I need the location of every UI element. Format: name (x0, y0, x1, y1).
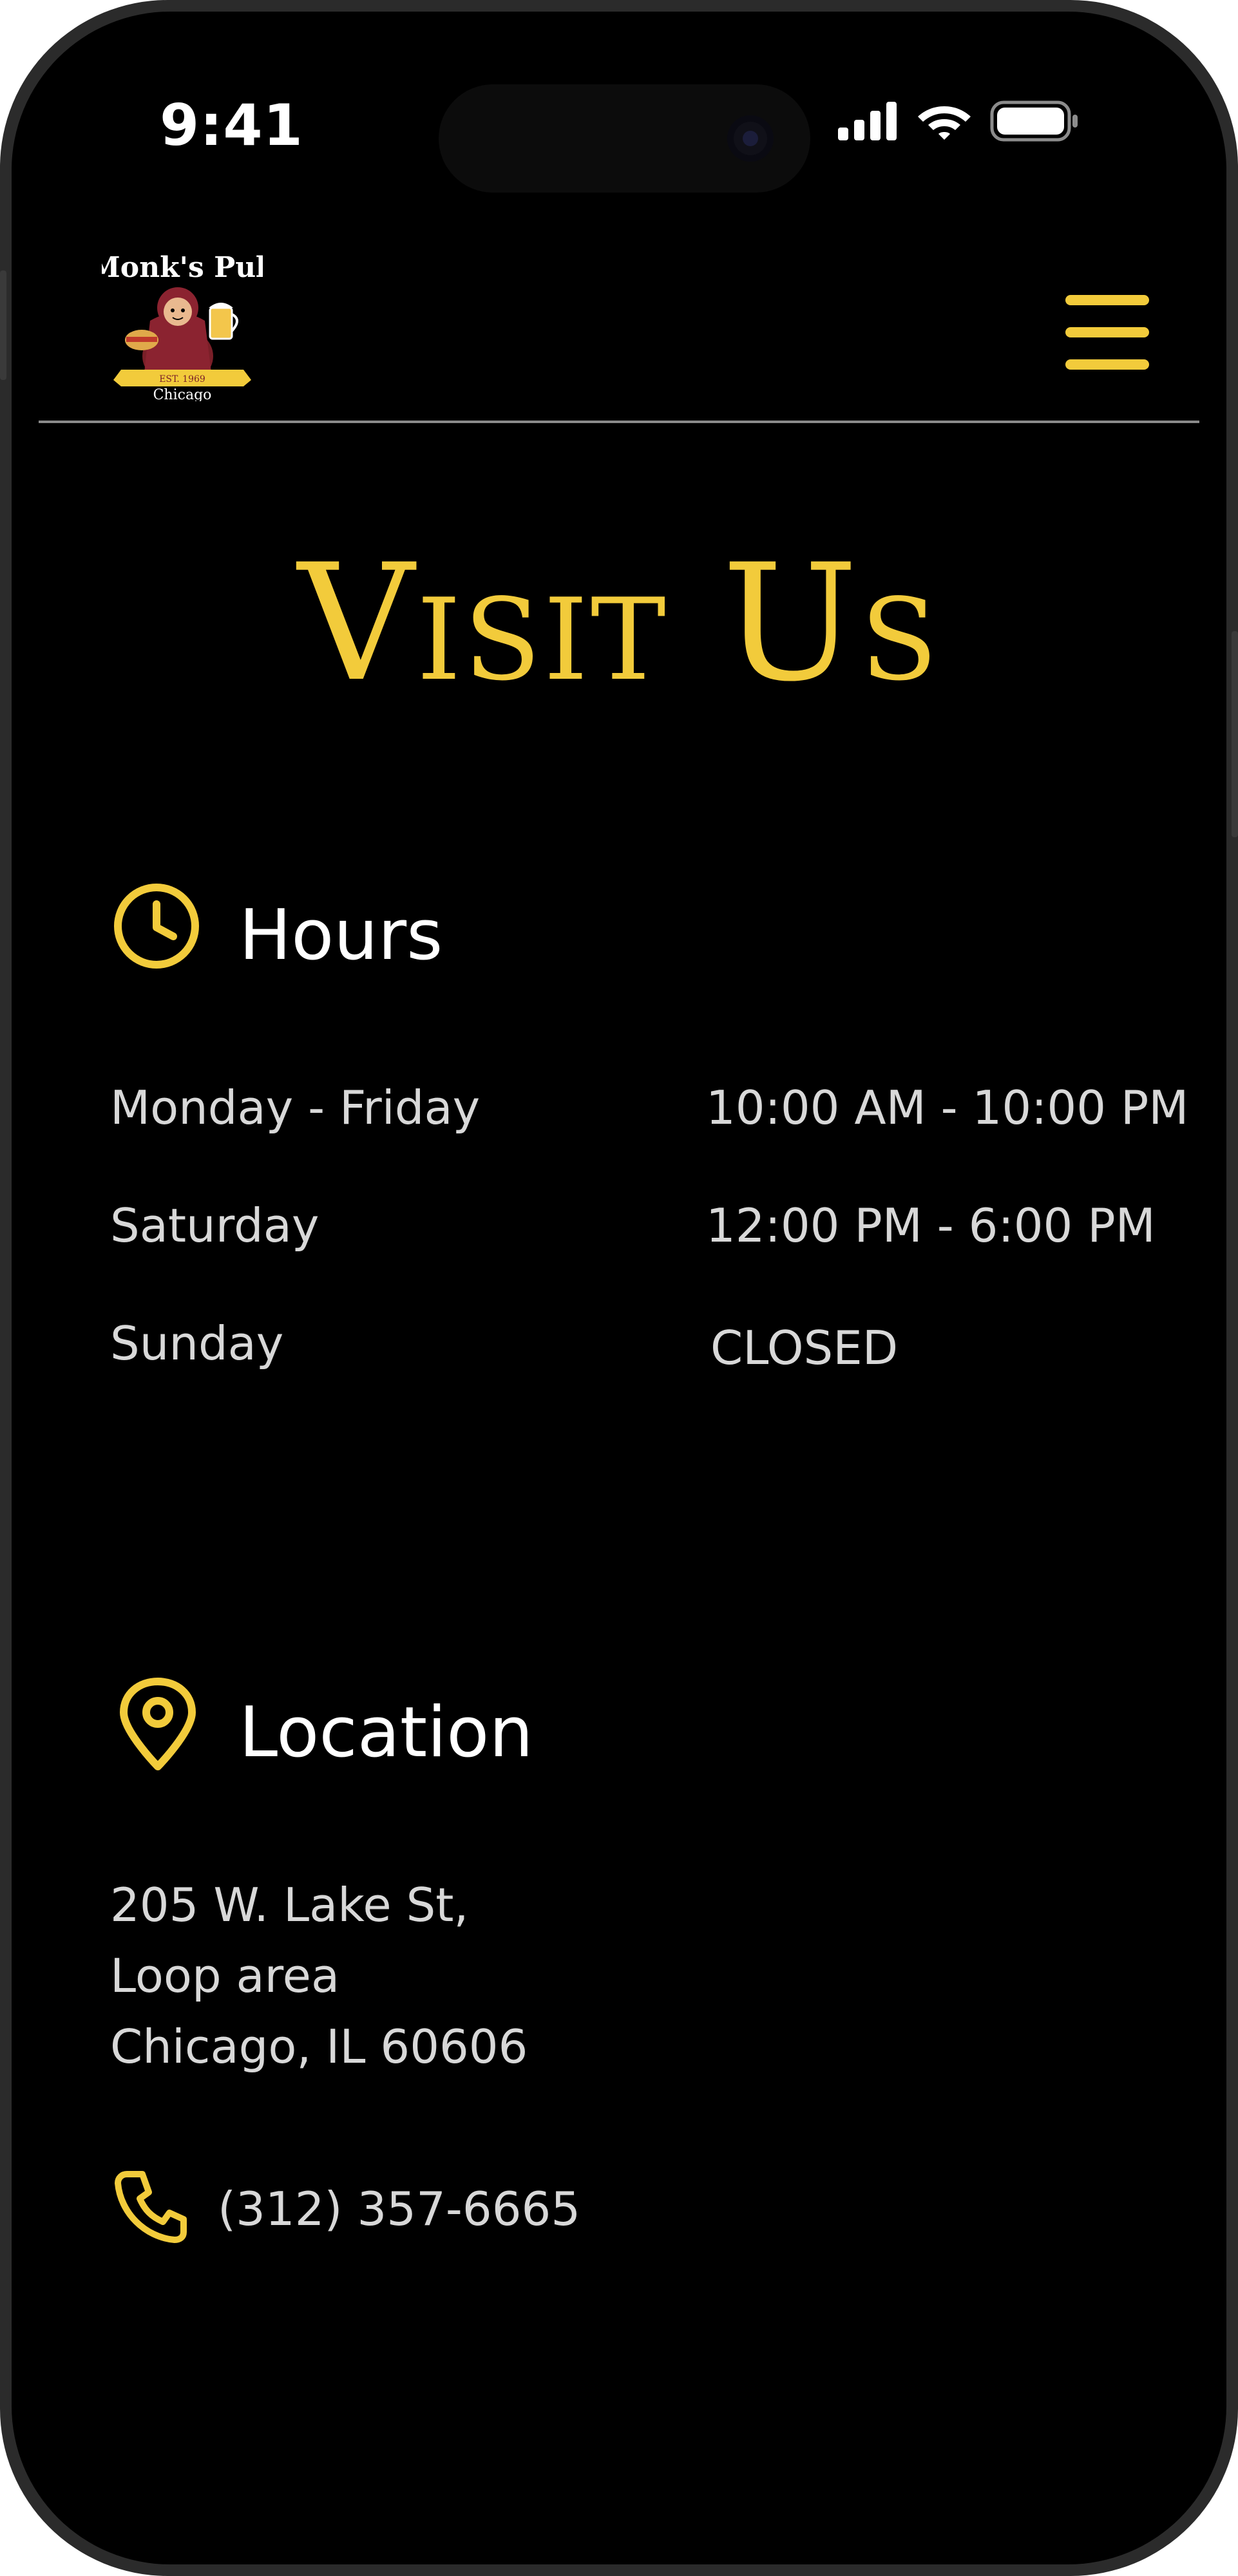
hamburger-menu-button[interactable] (1054, 289, 1150, 379)
front-camera-icon (727, 115, 774, 162)
hours-day: Sunday (110, 1316, 284, 1370)
screen: 9:41 Monk's Pub (12, 12, 1226, 2564)
header-divider (39, 421, 1199, 423)
hours-day: Saturday (110, 1198, 319, 1253)
monks-pub-logo[interactable]: Monk's Pub EST. 1969 Chicago (89, 243, 276, 403)
side-button (1232, 631, 1238, 837)
battery-icon (990, 100, 1078, 142)
address-line: Loop area (110, 1949, 340, 2003)
dynamic-island (439, 84, 810, 193)
status-icons (838, 99, 1080, 144)
cellular-signal-icon (838, 102, 897, 140)
phone-number-link[interactable]: (312) 357-6665 (218, 2180, 580, 2238)
map-pin-icon (120, 1678, 196, 1770)
hours-time: 12:00 PM - 6:00 PM (706, 1198, 1156, 1253)
address-line: 205 W. Lake St, (110, 1878, 469, 1932)
hours-heading: Hours (239, 895, 443, 976)
page-title: Visit Us (298, 529, 940, 717)
hours-time: 10:00 AM - 10:00 PM (706, 1081, 1189, 1135)
logo-title: Monk's Pub (102, 251, 263, 284)
logo-banner: EST. 1969 (159, 374, 205, 384)
wifi-icon (918, 106, 971, 140)
phone-icon (115, 2171, 187, 2243)
hours-day: Monday - Friday (110, 1081, 481, 1135)
device-frame: 9:41 Monk's Pub (0, 0, 1238, 2576)
volume-up-button (0, 270, 6, 380)
location-heading: Location (239, 1692, 533, 1773)
hours-time: CLOSED (710, 1321, 899, 1375)
address-line: Chicago, IL 60606 (110, 2020, 528, 2074)
status-time: 9:41 (160, 92, 303, 158)
clock-icon (114, 884, 199, 969)
logo-city: Chicago (153, 387, 212, 401)
